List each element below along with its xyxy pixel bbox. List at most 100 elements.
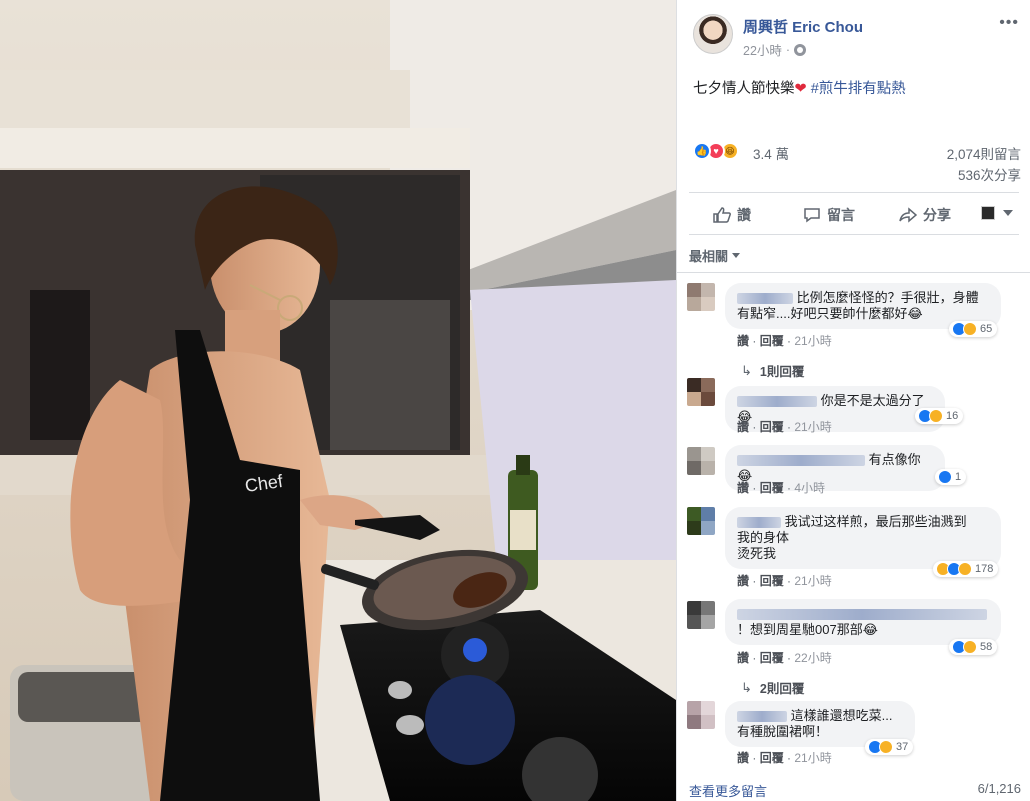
post-photo[interactable]: Chef xyxy=(0,0,676,801)
comment-text: 我试过这样煎，最后那些油溅到 xyxy=(784,514,967,529)
caption-text: 七夕情人節快樂 xyxy=(693,81,795,97)
kitchen-photo-illustration: Chef xyxy=(0,0,676,801)
commenter-name-blurred[interactable] xyxy=(737,455,865,467)
chevron-down-icon xyxy=(1003,210,1013,216)
post-side-panel: 周興哲 Eric Chou 22小時 · ••• 七夕情人節快樂❤ #煎牛排有點… xyxy=(676,0,1030,801)
comment-reply-link[interactable]: 回覆 xyxy=(760,751,784,765)
comment-reply-link[interactable]: 回覆 xyxy=(760,651,784,665)
comment-reply-link[interactable]: 回覆 xyxy=(760,420,784,434)
comment-label: 留言 xyxy=(827,207,855,223)
post-stats: 👍 ♥ 😆 3.4 萬 2,074則留言 536次分享 xyxy=(677,140,1030,186)
comment-reaction-number: 58 xyxy=(980,641,993,653)
comment-meta: 讚 · 回覆 · 21小時 xyxy=(737,751,832,765)
share-label: 分享 xyxy=(923,207,951,223)
haha-reaction-icon xyxy=(929,409,943,423)
post-timestamp-row: 22小時 · xyxy=(743,40,807,59)
comment-list: 比例怎麼怪怪的？手很壯，身體 有點窄....好吧只要帥什麼都好😂 65 讚 · … xyxy=(677,272,1030,778)
like-button[interactable]: 讚 xyxy=(713,205,751,225)
commenter-avatar[interactable] xyxy=(687,447,715,475)
reply-arrow-icon: ↳ xyxy=(741,362,752,378)
post-actions: 讚 留言 分享 xyxy=(677,196,1030,232)
comment-reaction-number: 65 xyxy=(980,323,993,335)
caption-hashtag[interactable]: #煎牛排有點熱 xyxy=(811,81,906,97)
post-header: 周興哲 Eric Chou 22小時 · ••• xyxy=(677,0,1030,70)
comment-meta: 讚 · 回覆 · 21小時 xyxy=(737,420,832,434)
commenter-avatar[interactable] xyxy=(687,378,715,406)
page-avatar-square xyxy=(981,206,995,220)
haha-reaction-icon xyxy=(879,740,893,754)
divider xyxy=(689,234,1019,235)
post-caption: 七夕情人節快樂❤ #煎牛排有點熱 xyxy=(693,77,906,98)
comment-reply-link[interactable]: 回覆 xyxy=(760,574,784,588)
comment-text: 有種脫圍裙啊！ xyxy=(737,724,829,739)
comment-reaction-count[interactable]: 16 xyxy=(915,408,964,424)
chevron-down-icon xyxy=(732,253,741,258)
comment-page-count: 6/1,216 xyxy=(977,781,1021,796)
comment-text: ！想到周星馳007那部😂 xyxy=(737,622,878,637)
comment-like-link[interactable]: 讚 xyxy=(737,574,749,588)
comment-time[interactable]: 21小時 xyxy=(794,420,831,434)
comment-sort-dropdown[interactable]: 最相關 xyxy=(689,246,741,265)
like-reaction-icon xyxy=(938,470,952,484)
commenter-avatar[interactable] xyxy=(687,507,715,535)
share-count[interactable]: 536次分享 xyxy=(958,164,1021,184)
comment-count[interactable]: 2,074則留言 xyxy=(947,143,1021,163)
commenter-name-blurred[interactable] xyxy=(737,396,817,408)
reaction-count[interactable]: 3.4 萬 xyxy=(753,143,789,163)
comment-time[interactable]: 21小時 xyxy=(794,334,831,348)
commenter-avatar[interactable] xyxy=(687,283,715,311)
comment-text: 有點窄....好吧只要帥什麼都好😂 xyxy=(737,306,923,321)
view-more-comments-link[interactable]: 查看更多留言 xyxy=(689,781,767,800)
author-name[interactable]: 周興哲 Eric Chou xyxy=(743,16,863,37)
comment-like-link[interactable]: 讚 xyxy=(737,481,749,495)
comment-like-link[interactable]: 讚 xyxy=(737,420,749,434)
comment-reply-link[interactable]: 回覆 xyxy=(760,334,784,348)
comments-footer: 查看更多留言 6/1,216 xyxy=(677,778,1030,801)
comment-time[interactable]: 4小時 xyxy=(794,481,825,495)
thumbs-up-icon xyxy=(713,207,731,223)
comment-time[interactable]: 21小時 xyxy=(794,751,831,765)
comment-time[interactable]: 22小時 xyxy=(794,651,831,665)
commenter-avatar[interactable] xyxy=(687,701,715,729)
commenter-avatar[interactable] xyxy=(687,601,715,629)
comment-text: 烫死我 xyxy=(737,546,777,561)
comment-time[interactable]: 21小時 xyxy=(794,574,831,588)
view-replies-link[interactable]: ↳ 2則回覆 xyxy=(741,678,804,697)
commenter-name-blurred[interactable] xyxy=(737,609,987,621)
comment-bubble-icon xyxy=(804,208,820,223)
comment-like-link[interactable]: 讚 xyxy=(737,334,749,348)
comment-reaction-count[interactable]: 65 xyxy=(949,321,998,337)
reply-arrow-icon: ↳ xyxy=(741,679,752,695)
comment-reaction-count[interactable]: 58 xyxy=(949,639,998,655)
commenter-name-blurred[interactable] xyxy=(737,293,793,305)
comment-text: 這樣誰還想吃菜... xyxy=(790,708,893,723)
comment-reaction-count[interactable]: 178 xyxy=(933,561,999,577)
comment-like-link[interactable]: 讚 xyxy=(737,751,749,765)
haha-reaction-icon xyxy=(963,640,977,654)
view-replies-link[interactable]: ↳ 1則回覆 xyxy=(741,361,804,380)
sad-reaction-icon xyxy=(958,562,972,576)
divider xyxy=(689,192,1019,193)
post-time[interactable]: 22小時 xyxy=(743,40,782,59)
sort-label: 最相關 xyxy=(689,249,729,264)
comment-reaction-number: 37 xyxy=(896,741,909,753)
replies-count: 2則回覆 xyxy=(759,682,805,696)
author-avatar[interactable] xyxy=(693,14,733,54)
like-label: 讚 xyxy=(737,207,751,223)
comment-reaction-count[interactable]: 1 xyxy=(935,469,967,485)
comment-reaction-number: 1 xyxy=(955,471,962,483)
share-button[interactable]: 分享 xyxy=(899,205,951,225)
page-identity-selector[interactable] xyxy=(981,206,1013,220)
comment-like-link[interactable]: 讚 xyxy=(737,651,749,665)
comment-reply-link[interactable]: 回覆 xyxy=(760,481,784,495)
reaction-icons[interactable]: 👍 ♥ 😆 xyxy=(693,142,739,160)
comment-button[interactable]: 留言 xyxy=(803,205,855,225)
public-globe-icon[interactable] xyxy=(794,43,807,56)
commenter-name-blurred[interactable] xyxy=(737,517,781,529)
haha-reaction-icon xyxy=(963,322,977,336)
comment-meta: 讚 · 回覆 · 21小時 xyxy=(737,334,832,348)
more-options-icon[interactable]: ••• xyxy=(999,14,1019,32)
comment-reaction-count[interactable]: 37 xyxy=(865,739,914,755)
commenter-name-blurred[interactable] xyxy=(737,711,787,723)
dot-separator: · xyxy=(785,42,791,57)
